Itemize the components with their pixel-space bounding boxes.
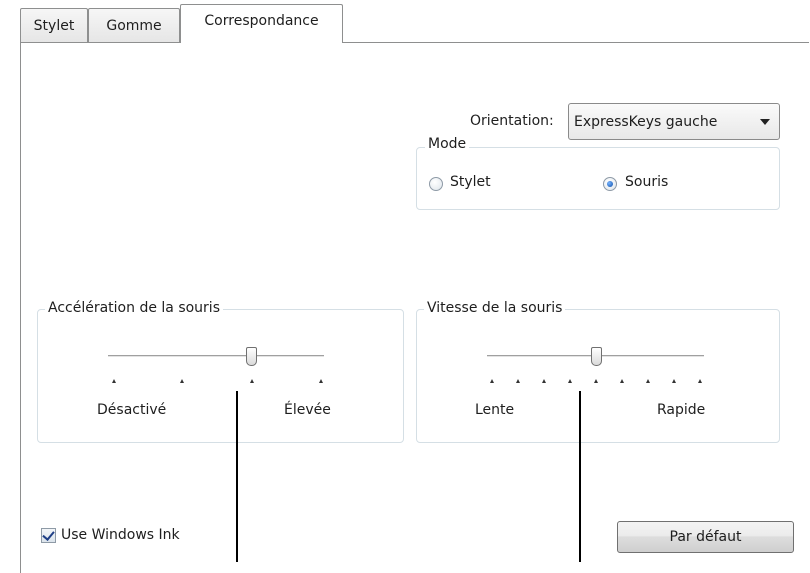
acceleration-slider-track[interactable] (108, 355, 324, 358)
windows-ink-label[interactable]: Use Windows Ink (61, 527, 180, 543)
speed-tick (646, 379, 650, 383)
speed-tick (568, 379, 572, 383)
speed-tick (516, 379, 520, 383)
mode-legend: Mode (425, 136, 470, 152)
callout-line-speed (579, 391, 581, 562)
default-button-label: Par défaut (669, 529, 742, 545)
tab-gomme[interactable]: Gomme (88, 8, 180, 42)
callout-line-acceleration (236, 391, 238, 562)
checkmark-icon (42, 528, 55, 541)
orientation-label: Orientation: (470, 113, 554, 129)
speed-tick (698, 379, 702, 383)
radio-souris[interactable] (603, 177, 617, 191)
default-button[interactable]: Par défaut (617, 521, 794, 553)
radio-stylet[interactable] (429, 177, 443, 191)
acceleration-legend: Accélération de la souris (45, 300, 223, 316)
orientation-select-value: ExpressKeys gauche (574, 113, 718, 130)
speed-legend: Vitesse de la souris (424, 300, 566, 316)
speed-tick (672, 379, 676, 383)
acceleration-tick (250, 379, 254, 383)
orientation-select[interactable]: ExpressKeys gauche (568, 103, 780, 140)
tab-stylet-label: Stylet (33, 17, 75, 34)
radio-stylet-label[interactable]: Stylet (450, 174, 491, 190)
acceleration-slider-thumb[interactable] (246, 347, 257, 366)
acceleration-tick (112, 379, 116, 383)
speed-max-label: Rapide (657, 402, 706, 418)
tab-gomme-label: Gomme (106, 17, 162, 34)
acceleration-tick (319, 379, 323, 383)
speed-group (416, 309, 780, 443)
speed-tick (490, 379, 494, 383)
acceleration-group (37, 309, 404, 443)
speed-tick (542, 379, 546, 383)
speed-tick (620, 379, 624, 383)
chevron-down-icon[interactable] (760, 119, 770, 125)
tab-correspondance[interactable]: Correspondance (180, 4, 343, 43)
windows-ink-checkbox[interactable] (41, 528, 56, 543)
speed-min-label: Lente (475, 402, 515, 418)
radio-souris-label[interactable]: Souris (625, 174, 668, 190)
acceleration-min-label: Désactivé (97, 402, 167, 418)
speed-tick (594, 379, 598, 383)
tab-correspondance-label: Correspondance (204, 13, 319, 29)
acceleration-max-label: Élevée (284, 402, 331, 418)
tab-stylet[interactable]: Stylet (20, 8, 88, 42)
acceleration-tick (180, 379, 184, 383)
speed-slider-thumb[interactable] (591, 347, 602, 366)
